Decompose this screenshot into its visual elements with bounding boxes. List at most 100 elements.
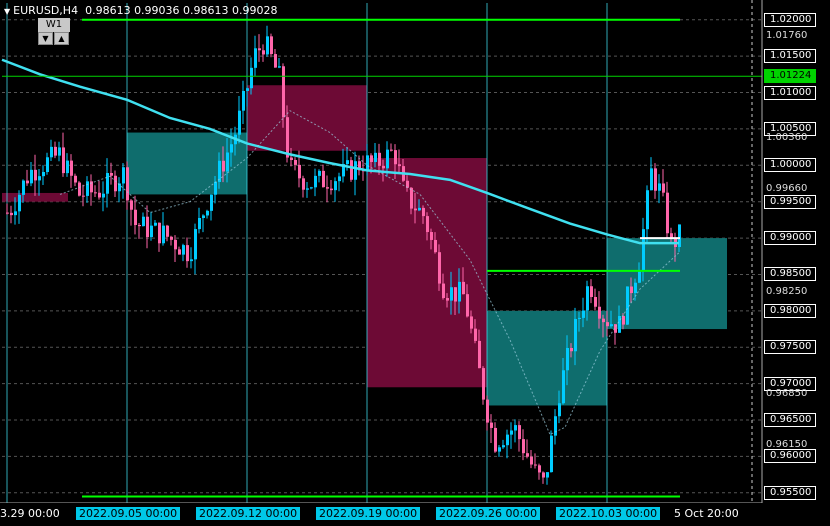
candle-body (510, 430, 513, 435)
candle-body (490, 422, 493, 428)
candle-body (46, 157, 49, 173)
candle-body (554, 416, 557, 436)
candle-body (150, 225, 153, 238)
timeframe-label[interactable]: W1 (38, 18, 70, 32)
price-level-box: 0.96000 (764, 449, 816, 464)
timeframe-down-icon[interactable]: ▼ (38, 32, 53, 45)
candle-body (18, 194, 21, 212)
candle-body (334, 181, 337, 191)
candle-body (626, 286, 629, 325)
candle-body (438, 252, 441, 284)
candle-body (634, 282, 637, 294)
price-level-box: 0.99500 (764, 194, 816, 209)
candle-body (94, 192, 97, 194)
candle-body (130, 200, 133, 210)
candle-body (462, 281, 465, 295)
candle-body (170, 236, 173, 240)
candle-body (78, 182, 81, 196)
menu-triangle-icon[interactable]: ▼ (4, 7, 10, 16)
candle-body (50, 146, 53, 158)
candle-body (154, 222, 157, 226)
candle-body (654, 168, 657, 191)
price-tick-label: 0.96150 (766, 438, 808, 450)
candle-body (86, 181, 89, 196)
chart-window[interactable]: ▼ EURUSD,H4 0.98613 0.99036 0.98613 0.990… (0, 0, 830, 526)
candle-body (22, 180, 25, 195)
candle-body (298, 164, 301, 179)
candle-body (330, 188, 333, 191)
candle-body (346, 160, 349, 165)
candle-body (386, 149, 389, 169)
weekly-box (247, 85, 367, 151)
price-tick-label: 0.96850 (766, 387, 808, 399)
candle-body (574, 318, 577, 352)
candle-body (206, 210, 209, 216)
candle-body (310, 187, 313, 189)
weekly-box (607, 238, 727, 330)
candle-body (538, 465, 541, 473)
price-level-box: 0.95500 (764, 485, 816, 500)
candle-body (82, 195, 85, 197)
candle-body (38, 176, 41, 181)
candle-body (558, 403, 561, 417)
candle-body (522, 439, 525, 454)
candle-body (662, 183, 665, 193)
price-level-box: 0.99000 (764, 231, 816, 246)
candle-body (398, 164, 401, 167)
candle-body (570, 347, 573, 352)
candle-body (122, 167, 125, 184)
weekly-box (487, 310, 607, 406)
candle-body (650, 168, 653, 191)
candle-body (514, 425, 517, 431)
candle-body (454, 287, 457, 302)
timeframe-switcher[interactable]: W1 ▼ ▲ (38, 18, 70, 46)
candle-body (218, 160, 221, 182)
price-tick-label: 1.00360 (766, 132, 808, 144)
candle-body (418, 207, 421, 211)
candle-body (630, 286, 633, 294)
candle-body (622, 316, 625, 325)
candle-body (326, 187, 329, 189)
candle-body (606, 322, 609, 327)
candle-body (446, 298, 449, 301)
candle-body (306, 188, 309, 190)
candle-body (106, 173, 109, 194)
candle-body (642, 229, 645, 271)
candle-body (518, 425, 521, 440)
candle-body (542, 472, 545, 478)
time-tick-label: 2022.09.12 00:00 (196, 507, 301, 520)
candle-body (30, 169, 33, 184)
time-tick-label: 3.29 00:00 (0, 507, 60, 520)
candle-body (534, 464, 537, 466)
candle-body (14, 211, 17, 216)
candle-body (566, 347, 569, 371)
candle-body (258, 48, 261, 51)
candle-body (458, 281, 461, 302)
candle-body (502, 445, 505, 448)
candle-body (422, 207, 425, 217)
price-level-box: 1.01000 (764, 85, 816, 100)
symbol-timeframe: EURUSD,H4 (13, 4, 79, 17)
candle-body (390, 149, 393, 151)
time-axis[interactable]: 3.29 00:00 2022.09.05 00:00 2022.09.12 00:… (0, 503, 763, 526)
candle-body (482, 368, 485, 400)
candle-body (166, 225, 169, 237)
candle-body (246, 88, 249, 91)
candle-body (578, 317, 581, 319)
price-chart[interactable] (0, 0, 830, 526)
candle-body (274, 54, 277, 68)
candle-body (354, 161, 357, 180)
candle-body (350, 160, 353, 180)
time-tick-label: 2022.10.03 00:00 (556, 507, 661, 520)
candle-body (250, 67, 253, 89)
candle-body (42, 172, 45, 177)
price-tick-label: 0.99660 (766, 183, 808, 195)
time-tick-label: 2022.09.05 00:00 (76, 507, 181, 520)
candle-body (610, 324, 613, 327)
candle-body (270, 36, 273, 55)
candle-body (202, 215, 205, 218)
candle-body (374, 152, 377, 163)
candle-body (322, 170, 325, 188)
ohlc-values: 0.98613 0.99036 0.98613 0.99028 (85, 4, 278, 17)
timeframe-up-icon[interactable]: ▲ (54, 32, 69, 45)
